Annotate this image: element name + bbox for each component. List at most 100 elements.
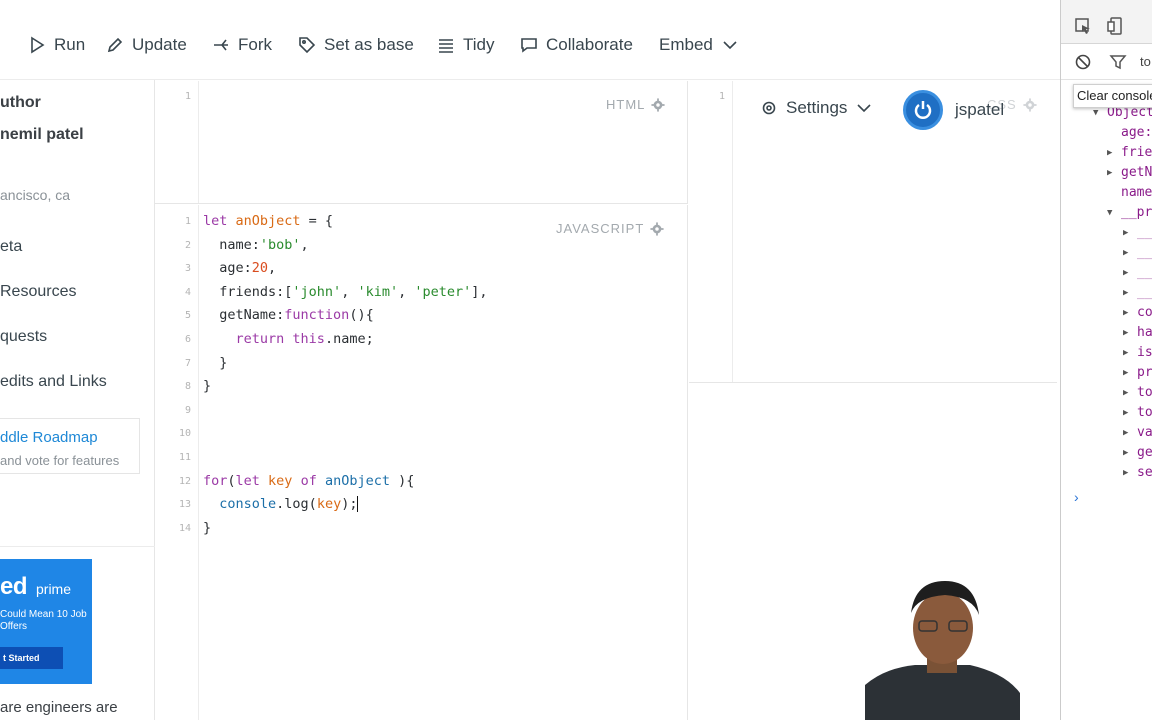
fork-icon [214,39,228,51]
console-tree-row[interactable]: ▶ to [1123,403,1152,423]
console-tree-key: __ [1137,265,1152,280]
triangle-right-icon[interactable]: ▶ [1123,443,1132,463]
console-tree-row[interactable]: ▶ frie [1107,143,1152,163]
tidy-button[interactable]: Tidy [437,33,495,57]
code-line: console.log(key); [203,493,359,515]
ad-banner[interactable]: ed prime Could Mean 10 Job Offers t Star… [0,559,92,684]
user-menu[interactable]: jspatel [903,90,1004,130]
console-tree-row[interactable]: ▶ getN [1107,163,1152,183]
console-prompt[interactable]: › [1074,489,1079,505]
triangle-right-icon[interactable]: ▶ [1123,343,1132,363]
html-panel-label[interactable]: HTML [606,97,665,112]
triangle-right-icon[interactable]: ▶ [1107,143,1116,163]
clear-console-icon[interactable] [1074,53,1092,71]
console-tree-row[interactable]: ▶ ha [1123,323,1152,343]
css-gutter: 1 [689,81,733,382]
code-token: anObject [235,213,301,229]
device-toolbar-icon[interactable] [1107,17,1125,35]
console-tree-row[interactable]: ▶ se [1123,463,1152,483]
triangle-right-icon[interactable]: ▶ [1123,283,1132,303]
code-token: , [268,260,277,277]
inspect-element-icon[interactable] [1074,17,1092,35]
sidebar-link-requests[interactable]: quests [0,328,47,346]
code-token: .name; [324,331,374,347]
code-token: let [203,213,236,229]
console-tree-row[interactable]: ▶ ge [1123,443,1152,463]
console-tree-key: pr [1137,365,1152,380]
code-token: } [203,378,212,395]
console-tree-key: ge [1137,445,1152,460]
triangle-right-icon[interactable]: ▶ [1123,363,1132,383]
ad-cta-button[interactable]: t Started [0,647,63,669]
console-tree-row[interactable]: ▶ __ [1123,283,1152,303]
triangle-down-icon[interactable]: ▼ [1107,203,1116,223]
embed-button[interactable]: Embed [659,33,739,57]
filter-icon[interactable] [1109,53,1127,71]
console-tree-key: co [1137,305,1152,320]
line-number: 4 [184,286,191,298]
triangle-right-icon[interactable]: ▶ [1123,243,1132,263]
code-token: 'john' [292,283,342,300]
triangle-right-icon[interactable]: ▶ [1123,303,1132,323]
console-tree-row[interactable]: ▶ __ [1123,243,1152,263]
code-token: ); [341,496,358,513]
triangle-right-icon[interactable]: ▶ [1123,383,1132,403]
gear-icon [1023,97,1037,112]
clear-console-tooltip: Clear console [1073,84,1152,108]
triangle-right-icon[interactable]: ▶ [1123,263,1132,283]
console-tree-row[interactable]: ▶ is [1123,343,1152,363]
triangle-right-icon[interactable]: ▶ [1123,463,1132,483]
javascript-panel[interactable]: 1 2 3 4 5 6 7 8 9 10 11 12 13 14 JAVASCRIPT let anObj… [155,205,688,720]
triangle-right-icon[interactable]: ▶ [1123,323,1132,343]
roadmap-title[interactable]: ddle Roadmap [0,429,98,446]
chevron-down-icon [723,41,737,50]
fork-label: Fork [238,35,272,54]
console-tree-row[interactable]: ▶ co [1123,303,1152,323]
console-tree-row[interactable]: age: [1107,123,1152,143]
console-tree-row[interactable]: name [1107,183,1152,203]
collaborate-label: Collaborate [546,35,633,54]
update-button[interactable]: Update [106,33,187,57]
console-tree-row[interactable]: ▶ to [1123,383,1152,403]
triangle-right-icon[interactable]: ▶ [1123,423,1132,443]
set-as-base-button[interactable]: Set as base [298,33,414,57]
collaborate-button[interactable]: Collaborate [520,33,633,57]
code-token: key [268,472,301,489]
console-tree-row[interactable]: ▶ pr [1123,363,1152,383]
console-tree-key: to [1137,385,1152,400]
run-button[interactable]: Run [28,33,85,57]
console-tree-row[interactable]: ▶ __ [1123,263,1152,283]
gear-icon [651,97,665,112]
triangle-right-icon[interactable]: ▶ [1107,163,1116,183]
code-token: for [203,472,228,489]
fork-button[interactable]: Fork [212,33,272,57]
sidebar-link-resources[interactable]: Resources [0,283,76,301]
triangle-right-icon[interactable]: ▶ [1123,403,1132,423]
sidebar-link-meta[interactable]: eta [0,238,22,256]
code-token: } [203,519,212,536]
power-icon [914,101,932,119]
console-filter-input[interactable]: to [1140,54,1151,69]
console-tree-key: __ [1137,245,1152,260]
code-token: console [219,496,277,513]
triangle-right-icon[interactable]: ▶ [1123,223,1132,243]
settings-dropdown[interactable]: Settings [760,98,873,118]
console-tree-row[interactable]: ▶ va [1123,423,1152,443]
console-tree-row[interactable]: ▼ __pr [1107,203,1152,223]
username: jspatel [955,100,1005,119]
console-tree-key: age: [1121,125,1152,140]
console-tree-key: to [1137,405,1152,420]
code-token: 'kim' [357,283,399,300]
code-token: } [203,354,228,371]
author-name[interactable]: nemil patel [0,126,84,144]
tag-icon [299,37,316,54]
roadmap-subtitle: and vote for features [0,453,120,468]
js-panel-label[interactable]: JAVASCRIPT [556,221,664,236]
console-tree-row[interactable]: ▶ __ [1123,223,1152,243]
code-line: for(let key of anObject ){ [203,470,414,492]
code-token: anObject [324,472,390,489]
html-panel[interactable]: 1 HTML [155,81,688,204]
sidebar-link-credits[interactable]: edits and Links [0,373,107,391]
roadmap-box[interactable]: ddle Roadmap and vote for features [0,418,140,474]
